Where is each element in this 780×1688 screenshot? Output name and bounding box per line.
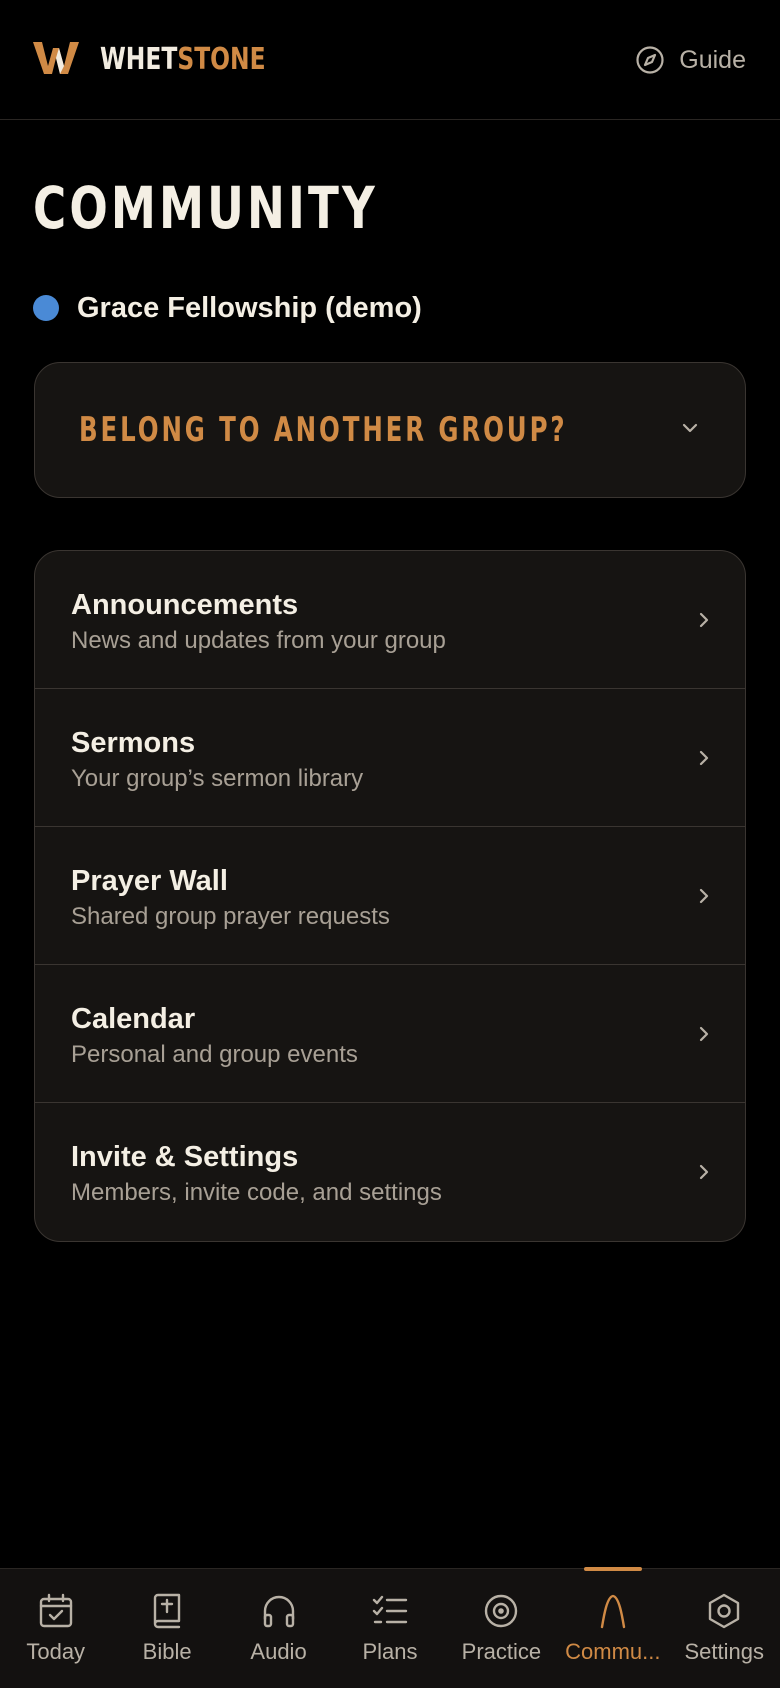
item-title: Announcements (71, 589, 299, 621)
chevron-down-icon (682, 423, 698, 433)
tab-label: Commu... (565, 1639, 661, 1664)
chevron-right-icon (699, 888, 709, 904)
calendar-check-icon (39, 1593, 72, 1628)
item-subtitle: Your group’s sermon library (71, 765, 364, 792)
tab-label: Practice (461, 1639, 542, 1664)
tab-label: Plans (362, 1639, 418, 1664)
app-root: WHETSTONE Guide COMMUNITY Grace Fellowsh… (0, 0, 780, 1688)
tab-label: Settings (684, 1639, 764, 1664)
tab-today[interactable]: Today (0, 1569, 111, 1688)
item-subtitle: Members, invite code, and settings (71, 1179, 442, 1206)
tab-settings[interactable]: Settings (669, 1569, 780, 1688)
belong-to-another-group-toggle[interactable]: BELONG TO ANOTHER GROUP? (34, 362, 746, 498)
item-subtitle: Personal and group events (71, 1041, 358, 1068)
list-item-invite-settings[interactable]: Invite & Settings Members, invite code, … (35, 1103, 745, 1241)
tab-audio[interactable]: Audio (223, 1569, 334, 1688)
item-title: Prayer Wall (71, 865, 228, 897)
tab-label: Audio (250, 1639, 307, 1664)
belong-label: BELONG TO ANOTHER GROUP? (79, 410, 568, 450)
compass-icon (636, 46, 664, 74)
page-title: COMMUNITY (33, 174, 378, 242)
tab-plans[interactable]: Plans (334, 1569, 445, 1688)
whetstone-logo-icon[interactable] (33, 40, 79, 76)
tab-practice[interactable]: Practice (446, 1569, 557, 1688)
list-item-prayer-wall[interactable]: Prayer Wall Shared group prayer requests (35, 827, 745, 965)
arch-icon (600, 1594, 626, 1629)
brand-wordmark: WHETSTONE (100, 40, 266, 80)
guide-button[interactable]: Guide (635, 38, 746, 82)
tab-community[interactable]: Commu... (557, 1569, 668, 1688)
list-item-calendar[interactable]: Calendar Personal and group events (35, 965, 745, 1103)
item-title: Sermons (71, 727, 196, 759)
chevron-right-icon (699, 1026, 709, 1042)
bible-icon (153, 1593, 181, 1629)
group-name: Grace Fellowship (demo) (77, 291, 422, 324)
group-status-dot (33, 295, 59, 321)
hexagon-settings-icon (709, 1593, 740, 1629)
tab-label: Bible (142, 1639, 192, 1664)
chevron-right-icon (699, 1164, 709, 1180)
tab-label: Today (26, 1639, 86, 1664)
community-menu-list: Announcements News and updates from your… (34, 550, 746, 1242)
item-subtitle: Shared group prayer requests (71, 903, 390, 930)
list-item-sermons[interactable]: Sermons Your group’s sermon library (35, 689, 745, 827)
guide-label: Guide (679, 45, 746, 74)
checklist-icon (372, 1595, 408, 1624)
top-header: WHETSTONE Guide (0, 0, 780, 120)
brand-part-2: STONE (177, 42, 266, 77)
brand-part-1: WHET (100, 42, 178, 77)
current-group: Grace Fellowship (demo) (33, 290, 422, 326)
chevron-right-icon (699, 750, 709, 766)
headphones-icon (263, 1595, 294, 1628)
tab-bible[interactable]: Bible (111, 1569, 222, 1688)
target-icon (485, 1594, 518, 1628)
item-subtitle: News and updates from your group (71, 627, 446, 654)
chevron-right-icon (699, 612, 709, 628)
list-item-announcements[interactable]: Announcements News and updates from your… (35, 551, 745, 689)
item-title: Invite & Settings (71, 1141, 299, 1173)
item-title: Calendar (71, 1003, 196, 1035)
bottom-tab-bar: Today Bible Audio Plans Practice Commu..… (0, 1568, 780, 1688)
